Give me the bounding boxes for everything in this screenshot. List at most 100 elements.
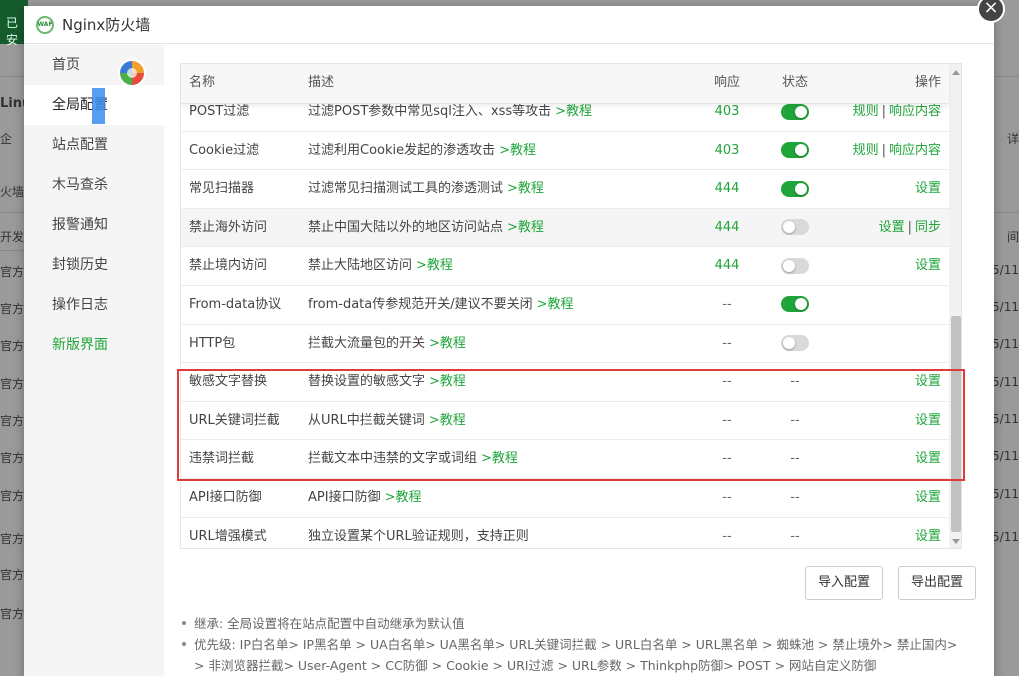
operation-link[interactable]: 同步 (915, 220, 941, 235)
response-code: -- (722, 374, 732, 390)
background-right-label: 详 (1006, 132, 1019, 146)
tutorial-link[interactable]: >教程 (507, 220, 544, 235)
rule-description-text: 过滤常见扫描测试工具的渗透测试 (308, 181, 504, 197)
sidebar-item-site-config[interactable]: 站点配置 (24, 125, 164, 165)
tutorial-link[interactable]: >教程 (429, 413, 466, 428)
export-config-button[interactable]: 导出配置 (898, 566, 977, 600)
status-toggle[interactable] (781, 257, 809, 274)
operation-link[interactable]: 响应内容 (889, 104, 941, 119)
rule-description: 禁止大陆地区访问 >教程 (308, 247, 453, 285)
background-right-label: 5/11 (992, 412, 1019, 426)
tutorial-link[interactable]: >教程 (555, 104, 592, 119)
operation-link[interactable]: 响应内容 (889, 143, 941, 158)
import-config-button[interactable]: 导入配置 (805, 566, 884, 600)
sidebar: 首页 全局配置 站点配置 木马查杀 报警通知 封锁历史 操作日志 新版界面 (24, 45, 164, 676)
background-row-label: 官方 (0, 607, 25, 621)
tutorial-link[interactable]: >教程 (416, 258, 453, 273)
rule-name: From-data协议 (189, 296, 282, 312)
scroll-thumb[interactable] (951, 316, 961, 532)
rule-name: 常见扫描器 (189, 181, 255, 197)
state-cell (763, 325, 827, 363)
sidebar-item-trojan-scan[interactable]: 木马查杀 (24, 165, 164, 205)
tutorial-link[interactable]: >教程 (499, 143, 536, 158)
operations-cell: 设置 (915, 440, 941, 478)
rule-description-text: 禁止大陆地区访问 (308, 258, 413, 274)
background-divider (0, 212, 24, 213)
operation-link[interactable]: 设置 (915, 529, 941, 544)
table-row: 违禁词拦截 拦截文本中违禁的文字或词组 >教程 -- -- 设置 (181, 440, 949, 479)
status-toggle[interactable] (781, 219, 809, 236)
scroll-up-arrow-icon[interactable] (952, 70, 960, 75)
operation-link[interactable]: 设置 (915, 258, 941, 273)
background-right-label: 5/11 (992, 337, 1019, 351)
background-label: 开发 (0, 230, 25, 244)
operation-link[interactable]: 规则 (853, 104, 879, 119)
operation-link[interactable]: 设置 (915, 374, 941, 389)
background-right-label: 5/11 (992, 263, 1019, 277)
operations-cell: 设置 (915, 247, 941, 285)
operation-link[interactable]: 设置 (879, 220, 905, 235)
rule-description: from-data传参规范开关/建议不要关闭 >教程 (308, 286, 574, 324)
background-right-label: 5/11 (992, 449, 1019, 463)
state-cell (763, 170, 827, 208)
operation-link[interactable]: 设置 (915, 181, 941, 196)
rule-description: 替换设置的敏感文字 >教程 (308, 363, 466, 401)
background-row-label: 官方 (0, 451, 25, 465)
tutorial-link[interactable]: >教程 (385, 490, 422, 505)
rule-description: 禁止中国大陆以外的地区访问站点 >教程 (308, 209, 544, 247)
toggle-knob (783, 221, 795, 234)
note-priority: 优先级: IP白名单> IP黑名单 > UA白名单> UA黑名单> URL关键词… (180, 634, 970, 676)
rule-description-text: 过滤利用Cookie发起的渗透攻击 (308, 142, 496, 158)
operation-separator: | (881, 142, 886, 158)
sidebar-item-label: 站点配置 (52, 137, 108, 153)
rules-table: POST过滤 过滤POST参数中常见sql注入、xss等攻击 >教程 403 规则 | 响应… (180, 63, 962, 549)
operation-link[interactable]: 设置 (915, 490, 941, 505)
state-text: -- (790, 412, 800, 428)
response-code: -- (722, 335, 732, 351)
tutorial-link[interactable]: >教程 (481, 451, 518, 466)
rule-description: 独立设置某个URL验证规则，支持正则 (308, 518, 529, 548)
state-text: -- (790, 374, 800, 390)
status-toggle[interactable] (781, 142, 809, 159)
tutorial-link[interactable]: >教程 (537, 297, 574, 312)
toggle-knob (795, 105, 807, 118)
tutorial-link[interactable]: >教程 (429, 336, 466, 351)
toggle-knob (783, 259, 795, 272)
status-toggle[interactable] (781, 335, 809, 352)
sidebar-item-block-history[interactable]: 封锁历史 (24, 245, 164, 285)
tutorial-link[interactable]: >教程 (429, 374, 466, 389)
table-scrollbar[interactable] (949, 64, 961, 548)
operations-cell: 设置 (915, 170, 941, 208)
toggle-knob (795, 182, 807, 195)
toggle-knob (795, 144, 807, 157)
table-row: URL关键词拦截 从URL中拦截关键词 >教程 -- -- 设置 (181, 402, 949, 441)
rule-description: 拦截文本中违禁的文字或词组 >教程 (308, 440, 518, 478)
state-cell (763, 247, 827, 285)
rule-name: API接口防御 (189, 489, 262, 505)
sidebar-item-label: 首页 (52, 57, 80, 73)
status-toggle[interactable] (781, 180, 809, 197)
close-symbol: × (983, 0, 999, 18)
header-desc: 描述 (308, 75, 335, 90)
operations-cell: 设置 | 同步 (879, 209, 941, 247)
scroll-down-arrow-icon[interactable] (952, 539, 960, 544)
response-code: -- (722, 528, 732, 544)
sidebar-item-new-ui[interactable]: 新版界面 (24, 325, 164, 365)
sidebar-item-operation-log[interactable]: 操作日志 (24, 285, 164, 325)
response-code: 403 (714, 142, 740, 158)
rule-description-text: 拦截大流量包的开关 (308, 335, 426, 351)
background-row-label: 官方 (0, 265, 25, 279)
tutorial-link[interactable]: >教程 (507, 181, 544, 196)
sidebar-item-label: 封锁历史 (52, 257, 108, 273)
table-row: API接口防御 API接口防御 >教程 -- -- 设置 (181, 479, 949, 518)
waf-logo-text: WAF (37, 21, 53, 28)
operation-link[interactable]: 规则 (853, 143, 879, 158)
operation-link[interactable]: 设置 (915, 451, 941, 466)
status-toggle[interactable] (781, 103, 809, 120)
sidebar-item-global-config[interactable]: 全局配置 (24, 85, 164, 125)
status-toggle[interactable] (781, 296, 809, 313)
state-text: -- (790, 489, 800, 505)
sidebar-item-alert-notify[interactable]: 报警通知 (24, 205, 164, 245)
operation-link[interactable]: 设置 (915, 413, 941, 428)
operations-cell: 设置 (915, 363, 941, 401)
